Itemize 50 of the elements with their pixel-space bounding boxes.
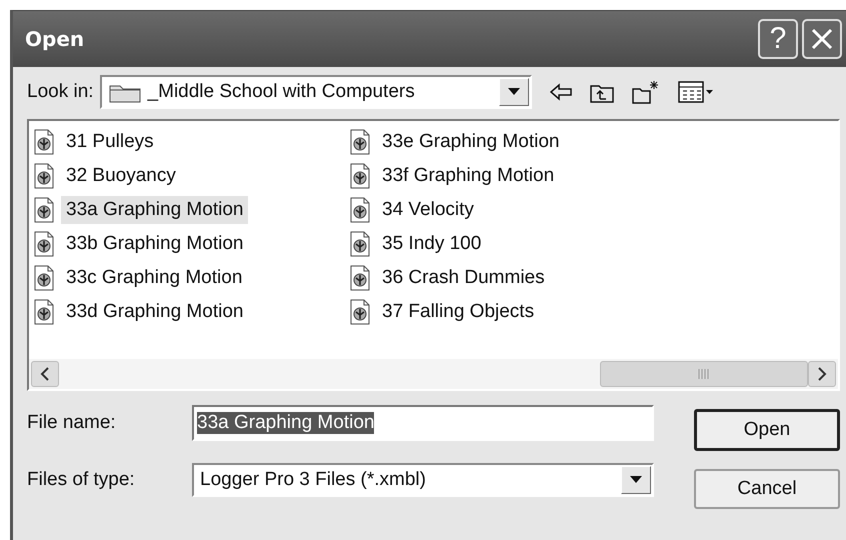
look-in-dropdown[interactable]: _Middle School with Computers [100,75,532,109]
look-in-label: Look in: [27,81,94,103]
file-icon [33,129,55,155]
file-item[interactable]: 33b Graphing Motion [61,230,248,258]
file-type-dropdown[interactable]: Logger Pro 3 Files (*.xmbl) [192,463,654,497]
dropdown-button[interactable] [621,466,651,494]
file-icon [33,197,55,223]
view-menu-icon[interactable] [678,81,714,103]
scroll-thumb[interactable] [600,361,808,387]
file-item[interactable]: 33c Graphing Motion [61,264,248,292]
file-name-field[interactable]: 33a Graphing Motion [192,405,654,441]
file-icon [33,299,55,325]
back-arrow-icon[interactable] [550,83,572,101]
file-item[interactable]: 35 Indy 100 [377,230,486,258]
help-button[interactable]: ? [758,19,798,59]
caret-icon [508,88,520,96]
file-icon [349,197,371,223]
file-icon [33,163,55,189]
file-type-label: Files of type: [27,469,136,491]
dropdown-button[interactable] [498,78,529,106]
file-item[interactable]: 36 Crash Dummies [377,264,550,292]
grip-icon [697,369,711,379]
horizontal-scrollbar[interactable] [29,359,838,389]
close-button[interactable] [802,19,842,59]
file-icon [349,231,371,257]
window-title: Open [25,27,86,51]
file-item[interactable]: 33f Graphing Motion [377,162,560,190]
file-item[interactable]: 37 Falling Objects [377,298,540,326]
chevron-left-icon [40,367,50,381]
scroll-right-button[interactable] [808,361,836,387]
file-icon [349,299,371,325]
file-item[interactable]: 33a Graphing Motion [61,196,248,224]
caret-icon [630,476,642,484]
scroll-left-button[interactable] [31,361,59,387]
file-icon [33,265,55,291]
file-item[interactable]: 34 Velocity [377,196,479,224]
file-item[interactable]: 32 Buoyancy [61,162,181,190]
file-name-label: File name: [27,412,117,434]
file-item[interactable]: 31 Pulleys [61,128,159,156]
dialog-button[interactable]: Open [694,409,840,451]
file-icon [33,231,55,257]
close-icon [809,26,835,52]
file-icon [349,129,371,155]
file-item[interactable]: 33e Graphing Motion [377,128,564,156]
file-item[interactable]: 33d Graphing Motion [61,298,248,326]
chevron-right-icon [817,367,827,381]
new-folder-icon[interactable] [632,80,660,104]
file-icon [349,163,371,189]
file-icon [349,265,371,291]
dialog-button[interactable]: Cancel [694,469,840,509]
